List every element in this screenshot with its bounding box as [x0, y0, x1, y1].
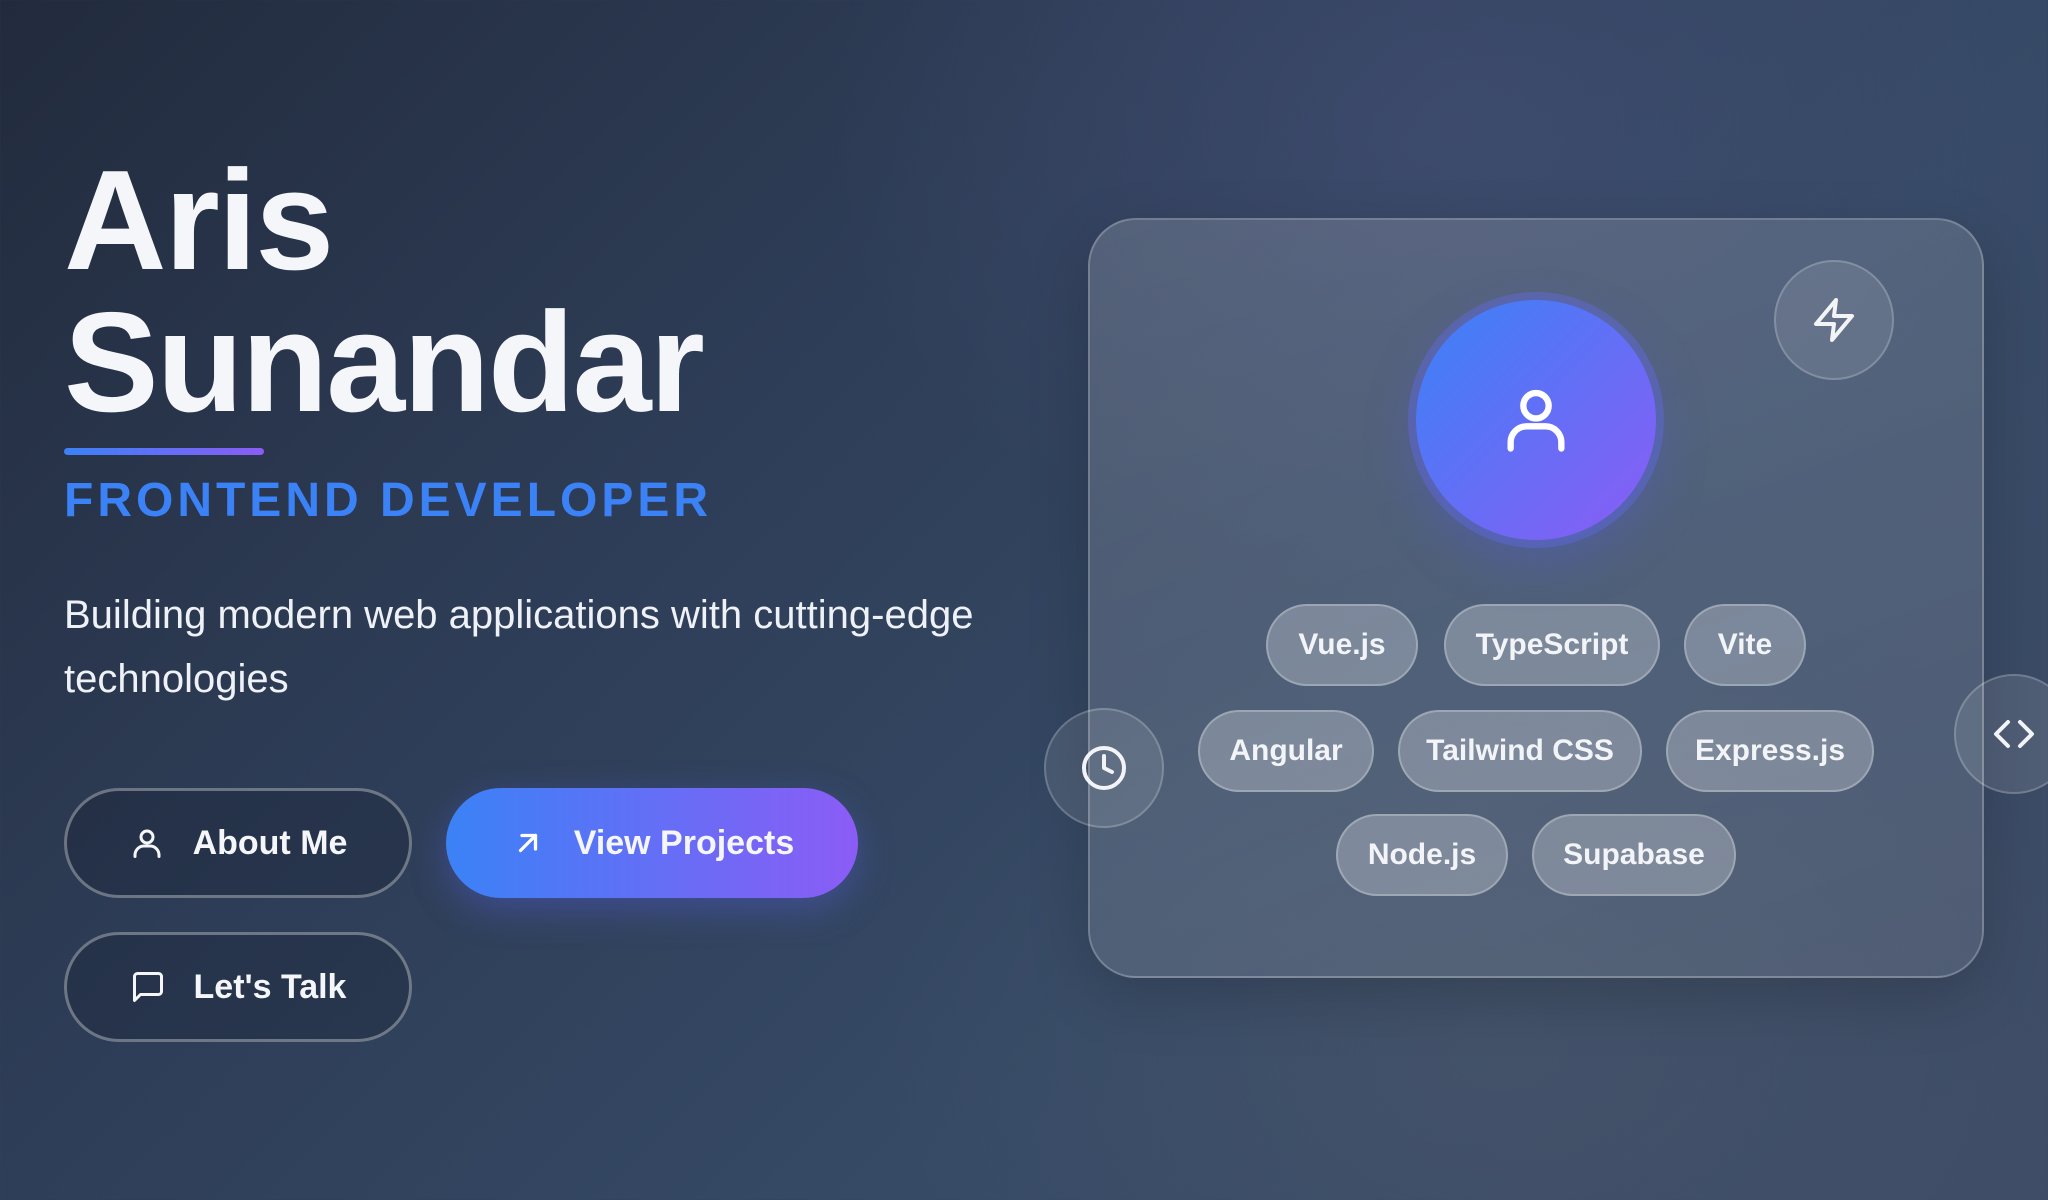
about-me-label: About Me	[192, 823, 348, 862]
code-icon	[1994, 720, 2034, 748]
lets-talk-label: Let's Talk	[193, 967, 347, 1006]
view-projects-button[interactable]: View Projects	[446, 788, 858, 898]
message-square-icon	[132, 972, 163, 1002]
zap-float-badge	[1774, 260, 1894, 380]
accent-underline	[64, 448, 264, 455]
tech-tag: TypeScript	[1444, 604, 1660, 686]
role-title: FRONTEND DEVELOPER	[64, 474, 713, 527]
arrow-up-right-icon	[518, 833, 537, 853]
about-me-button[interactable]: About Me	[64, 788, 412, 898]
name-last: Sunandar	[64, 283, 705, 442]
user-icon	[133, 829, 161, 858]
tech-tag: Vue.js	[1266, 604, 1418, 686]
zap-icon	[1814, 298, 1854, 342]
clock-icon	[1082, 746, 1126, 790]
tech-tag: Node.js	[1336, 814, 1508, 896]
clock-float-badge	[1044, 708, 1164, 828]
hero-tagline: Building modern web applications with cu…	[64, 593, 974, 701]
tech-tag: Express.js	[1666, 710, 1874, 792]
tech-tag: Angular	[1198, 710, 1374, 792]
hero-section: Aris Sunandar FRONTEND DEVELOPER Buildin…	[64, 150, 1024, 711]
lets-talk-button[interactable]: Let's Talk	[64, 932, 412, 1042]
name-first: Aris	[64, 141, 334, 300]
user-icon	[1507, 389, 1565, 452]
tech-tag: Tailwind CSS	[1398, 710, 1642, 792]
hero-name: Aris Sunandar	[64, 150, 1024, 434]
tech-tag: Vite	[1684, 604, 1806, 686]
avatar	[1416, 300, 1656, 540]
tech-tag: Supabase	[1532, 814, 1736, 896]
view-projects-label: View Projects	[573, 823, 795, 862]
